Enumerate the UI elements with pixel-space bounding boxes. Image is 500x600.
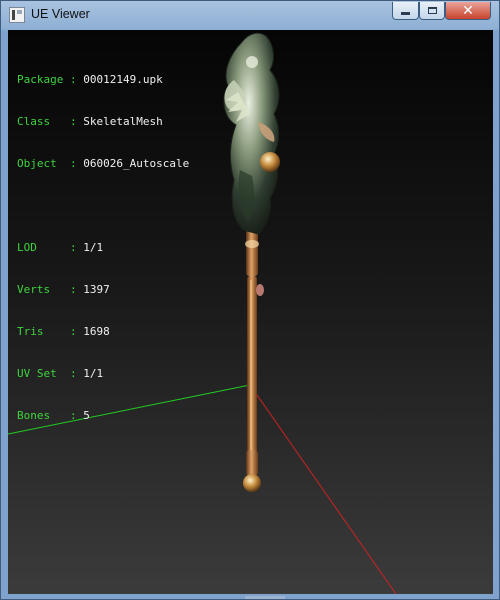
- y-axis-line: [249, 384, 397, 594]
- stat-line-uvset: UV Set : 1/1: [17, 367, 104, 380]
- resize-grip[interactable]: [245, 596, 285, 599]
- maximize-icon: [427, 7, 437, 14]
- stat-line-tris: Tris : 1698: [17, 325, 110, 338]
- title-bar[interactable]: UE Viewer ✕: [1, 1, 499, 31]
- info-line-class: Class : SkeletalMesh: [17, 115, 163, 128]
- stat-line-verts: Verts : 1397: [17, 283, 110, 296]
- 3d-viewport[interactable]: Package : 00012149.upk Class : SkeletalM…: [8, 30, 493, 594]
- mesh-info-panel: Package : 00012149.upk Class : SkeletalM…: [17, 45, 189, 451]
- maximize-button[interactable]: [419, 2, 445, 20]
- close-button[interactable]: ✕: [445, 2, 491, 20]
- staff-model: [223, 32, 280, 492]
- info-line-object: Object : 060026_Autoscale: [17, 157, 190, 170]
- stat-line-lod: LOD : 1/1: [17, 241, 104, 254]
- app-window: UE Viewer ✕ Package: 00012149.upk Class…: [0, 0, 500, 600]
- minimize-button[interactable]: [392, 2, 419, 20]
- info-line-package: Package : 00012149.upk: [17, 73, 163, 86]
- app-icon[interactable]: [9, 7, 25, 23]
- stat-line-bones: Bones : 5: [17, 409, 90, 422]
- close-icon: ✕: [462, 2, 474, 19]
- minimize-icon: [401, 12, 410, 15]
- window-title: UE Viewer: [31, 7, 90, 21]
